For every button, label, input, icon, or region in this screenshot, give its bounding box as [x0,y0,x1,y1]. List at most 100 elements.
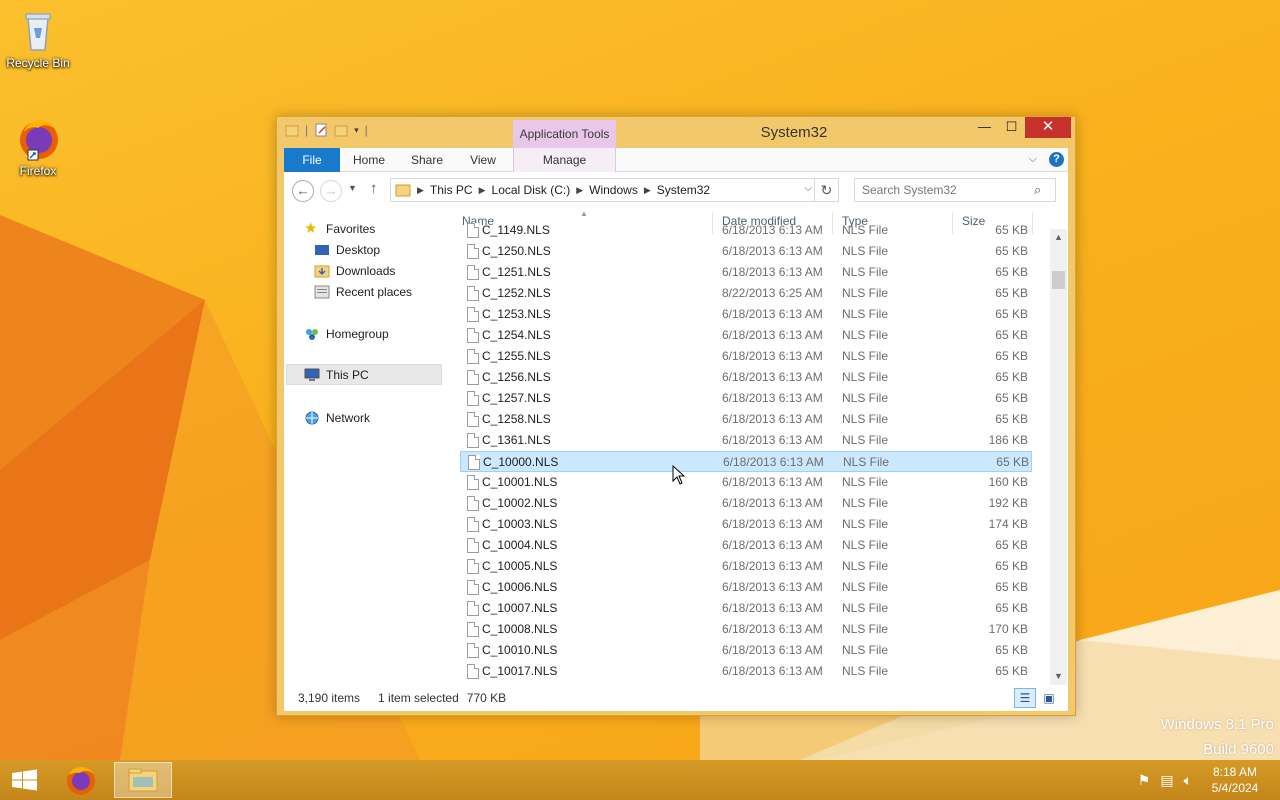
file-name: C_10005.NLS [482,559,558,573]
nav-item-favorites[interactable]: ★ Favorites [304,218,375,239]
table-row[interactable]: C_1253.NLS 6/18/2013 6:13 AM NLS File 65 KB [460,304,1032,325]
details-view-icon[interactable]: ☰ [1014,688,1036,708]
network-icon[interactable]: ▤ [1160,772,1173,789]
table-row[interactable]: C_1250.NLS 6/18/2013 6:13 AM NLS File 65 KB [460,241,1032,262]
table-row[interactable]: C_10002.NLS 6/18/2013 6:13 AM NLS File 192 … [460,493,1032,514]
tab-share[interactable]: Share [398,148,456,172]
file-icon [467,349,479,364]
file-type: NLS File [842,475,889,489]
address-bar[interactable]: ▶ This PC ▶ Local Disk (C:) ▶ Windows ▶ … [390,178,815,202]
help-icon[interactable]: ? [1049,152,1064,167]
table-row[interactable]: C_10006.NLS 6/18/2013 6:13 AM NLS File 65 K… [460,577,1032,598]
nav-item-downloads[interactable]: Downloads [314,260,395,281]
address-history-chevron-down-icon[interactable]: ⌵ [804,183,812,194]
file-size: 65 KB [995,601,1028,615]
table-row[interactable]: C_1255.NLS 6/18/2013 6:13 AM NLS File 65 KB [460,346,1032,367]
table-row[interactable]: C_10001.NLS 6/18/2013 6:13 AM NLS File 160 … [460,472,1032,493]
refresh-button[interactable]: ↻ [815,178,839,202]
breadcrumb-windows[interactable]: Windows [589,183,638,197]
vertical-scrollbar[interactable]: ▲ ▼ [1050,229,1067,685]
tab-file[interactable]: File [284,148,340,172]
table-row[interactable]: C_1256.NLS 6/18/2013 6:13 AM NLS File 65 KB [460,367,1032,388]
table-row[interactable]: C_10007.NLS 6/18/2013 6:13 AM NLS File 65 K… [460,598,1032,619]
expand-ribbon-icon[interactable]: ⌵ [1029,153,1037,166]
up-arrow-icon[interactable]: ↑ [370,180,378,197]
maximize-button[interactable]: ☐ [998,117,1025,138]
nav-item-homegroup[interactable]: Homegroup [304,323,389,344]
quick-access-toolbar: | ▾ | [285,123,368,137]
table-row[interactable]: C_1258.NLS 6/18/2013 6:13 AM NLS File 65 KB [460,409,1032,430]
recent-locations-chevron-down-icon[interactable]: ▼ [348,183,357,193]
breadcrumb-chevron-icon[interactable]: ▶ [479,185,486,196]
forward-button[interactable]: → [320,180,342,202]
breadcrumb-chevron-icon[interactable]: ▶ [644,185,651,196]
table-row[interactable]: C_1251.NLS 6/18/2013 6:13 AM NLS File 65 KB [460,262,1032,283]
table-row-selected[interactable]: C_10000.NLS 6/18/2013 6:13 AM NLS File 65 K… [460,451,1032,472]
sort-ascending-icon: ▲ [580,209,588,218]
recycle-bin-icon [25,13,51,51]
toolbar-separator: | [305,123,309,137]
search-icon[interactable]: ⌕ [1034,182,1041,198]
breadcrumb-chevron-icon[interactable]: ▶ [576,185,583,196]
desktop-icon-recycle-bin[interactable]: Recycle Bin [0,6,76,70]
large-icons-view-icon[interactable]: ▣ [1038,688,1060,708]
title-bar[interactable]: | ▾ | Application Tools System32 — ☐ ✕ [277,117,1075,148]
nav-item-network[interactable]: Network [304,407,370,428]
table-row[interactable]: C_10003.NLS 6/18/2013 6:13 AM NLS File 174 … [460,514,1032,535]
taskbar-file-explorer[interactable] [114,762,172,798]
table-row[interactable]: C_1257.NLS 6/18/2013 6:13 AM NLS File 65 KB [460,388,1032,409]
start-button[interactable] [0,760,48,800]
table-row[interactable]: C_1252.NLS 8/22/2013 6:25 AM NLS File 65 KB [460,283,1032,304]
file-size: 65 KB [995,244,1028,258]
flag-icon[interactable]: ⚑ [1138,772,1151,789]
minimize-button[interactable]: — [971,117,998,138]
file-name: C_1250.NLS [482,244,551,258]
file-size: 65 KB [995,328,1028,342]
breadcrumb-system32[interactable]: System32 [657,183,710,197]
table-row[interactable]: C_1254.NLS 6/18/2013 6:13 AM NLS File 65 KB [460,325,1032,346]
file-size: 65 KB [995,643,1028,657]
status-bar: 3,190 items 1 item selected 770 KB ☰ ▣ [284,685,1068,711]
table-row[interactable]: C_10005.NLS 6/18/2013 6:13 AM NLS File 65 K… [460,556,1032,577]
desktop-icon-firefox[interactable]: Firefox [0,114,76,178]
nav-item-recent-places[interactable]: Recent places [314,281,412,302]
breadcrumb-chevron-icon[interactable]: ▶ [417,185,424,196]
file-icon [467,580,479,595]
file-type: NLS File [842,265,889,279]
file-icon [467,286,479,301]
file-name: C_1252.NLS [482,286,551,300]
close-button[interactable]: ✕ [1025,117,1071,138]
file-type: NLS File [842,391,889,405]
scroll-up-arrow-icon[interactable]: ▲ [1050,229,1067,246]
customize-toolbar-icon[interactable]: ▾ [354,125,359,136]
table-row[interactable]: C_10008.NLS 6/18/2013 6:13 AM NLS File 170 … [460,619,1032,640]
tab-home[interactable]: Home [340,148,398,172]
scrollbar-thumb[interactable] [1052,271,1065,289]
recent-places-icon [314,285,330,298]
table-row[interactable]: C_10017.NLS 6/18/2013 6:13 AM NLS File 65 K… [460,661,1032,682]
table-row[interactable]: C_1361.NLS 6/18/2013 6:13 AM NLS File 186 K… [460,430,1032,451]
file-date-modified: 6/18/2013 6:13 AM [722,328,823,342]
scroll-down-arrow-icon[interactable]: ▼ [1050,668,1067,685]
table-row[interactable]: C_1149.NLS 6/18/2013 6:13 AM NLS File 65 KB [460,220,1032,241]
file-type: NLS File [842,496,889,510]
new-folder-icon[interactable] [334,123,348,137]
tab-view[interactable]: View [456,148,510,172]
breadcrumb-this-pc[interactable]: This PC [430,183,473,197]
table-row[interactable]: C_10004.NLS 6/18/2013 6:13 AM NLS File 65 K… [460,535,1032,556]
column-divider[interactable] [1032,212,1033,234]
properties-icon[interactable] [314,123,328,137]
taskbar-firefox[interactable] [52,762,110,798]
file-icon [467,538,479,553]
table-row[interactable]: C_10010.NLS 6/18/2013 6:13 AM NLS File 65 K… [460,640,1032,661]
volume-icon[interactable]: 🔈︎ [1184,772,1192,789]
clock[interactable]: 8:18 AM 5/4/2024 [1202,764,1268,796]
nav-item-desktop[interactable]: Desktop [314,239,380,260]
file-size: 65 KB [995,559,1028,573]
tab-manage[interactable]: Manage [513,148,616,172]
nav-item-this-pc[interactable]: This PC [286,364,442,385]
back-button[interactable]: ← [292,180,314,202]
breadcrumb-local-disk[interactable]: Local Disk (C:) [492,183,571,197]
file-icon [467,643,479,658]
search-input[interactable] [854,178,1056,202]
